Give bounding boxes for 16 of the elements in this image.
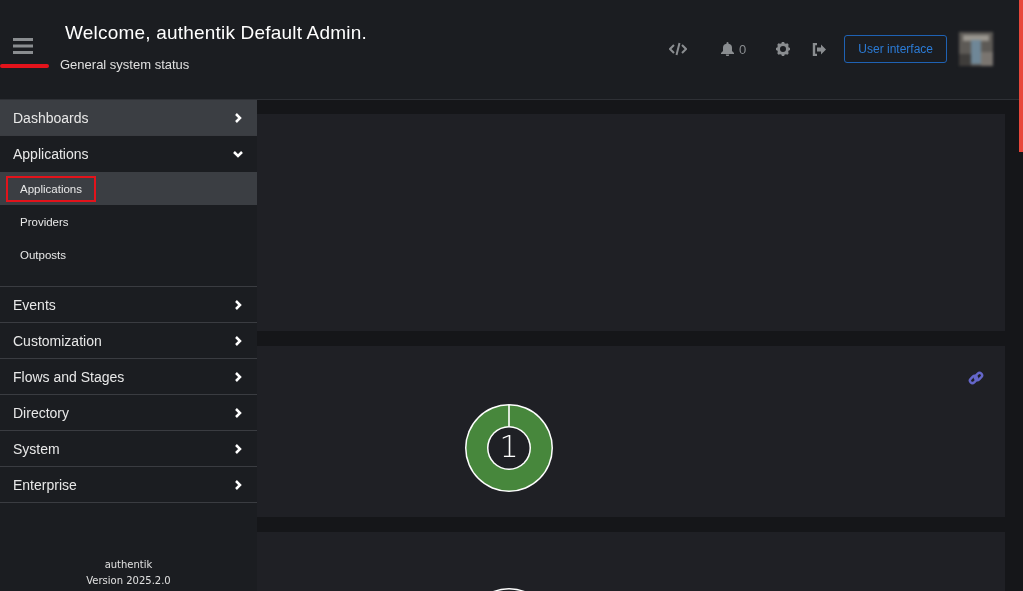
nav-label: Outposts bbox=[19, 247, 68, 263]
nav-subitem[interactable]: Applications bbox=[0, 172, 257, 205]
nav-item[interactable]: Applications bbox=[0, 136, 257, 172]
product-name: authentik bbox=[103, 558, 154, 572]
user-interface-button[interactable]: User interface bbox=[844, 35, 947, 63]
notifications-button[interactable]: 0 bbox=[710, 32, 758, 66]
highlighted-label: Applications bbox=[6, 175, 96, 202]
page-subtitle: General system status bbox=[60, 57, 191, 72]
nav-label: Providers bbox=[19, 214, 70, 230]
count-text: 1 bbox=[498, 427, 520, 466]
nav-subitem[interactable]: Outposts bbox=[0, 238, 257, 271]
nav-item[interactable]: Dashboards bbox=[0, 100, 257, 136]
version-text: Version 2025.2.0 bbox=[85, 574, 172, 588]
nav-item[interactable]: Customization bbox=[0, 323, 257, 359]
page-title: Welcome, authentik Default Admin. bbox=[65, 22, 367, 44]
nav-subitem[interactable]: Providers bbox=[0, 205, 257, 238]
